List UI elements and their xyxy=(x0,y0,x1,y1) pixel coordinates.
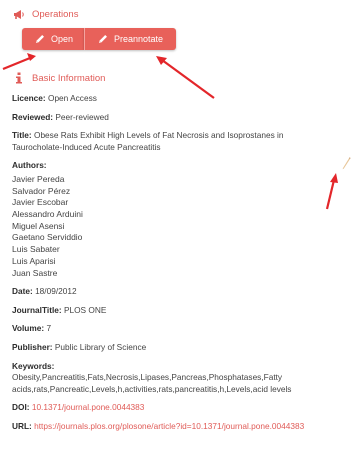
volume-field: Volume: 7 xyxy=(12,323,347,335)
megaphone-icon xyxy=(12,9,26,20)
basic-information-header: Basic Information xyxy=(12,72,105,84)
journal-field: JournalTitle: PLOS ONE xyxy=(12,305,347,317)
authors-field: Authors: Javier Pereda Salvador Pérez Ja… xyxy=(12,160,347,279)
author-item: Gaetano Serviddio xyxy=(12,232,83,243)
edit-pencil-icon[interactable] xyxy=(341,156,351,170)
licence-value: Open Access xyxy=(47,93,97,103)
publisher-value: Public Library of Science xyxy=(54,342,147,353)
journal-label: JournalTitle: xyxy=(12,304,62,315)
author-item: Luis Aparisi xyxy=(12,255,56,266)
basic-information-panel: Licence: Open Access Reviewed: Peer-revi… xyxy=(12,93,347,440)
author-item: Javier Pereda xyxy=(12,173,65,184)
author-item: Miguel Asensi xyxy=(12,220,65,231)
volume-label: Volume: xyxy=(12,323,45,334)
author-item: Luis Sabater xyxy=(12,244,60,255)
journal-value: PLOS ONE xyxy=(63,304,107,315)
operations-button-group: Open Preannotate xyxy=(22,28,176,50)
keywords-label: Keywords: xyxy=(12,360,55,371)
doi-field: DOI: 10.1371/journal.pone.0044383 xyxy=(12,402,347,414)
preannotate-button-label: Preannotate xyxy=(114,34,164,44)
pencil-icon xyxy=(97,33,109,45)
reviewed-value: Peer-reviewed xyxy=(55,111,109,122)
open-button-label: Open xyxy=(51,34,74,44)
doi-label: DOI: xyxy=(12,402,30,413)
operations-header: Operations xyxy=(12,9,78,20)
licence-field: Licence: Open Access xyxy=(12,93,347,105)
keywords-field: Keywords: Obesity,Pancreatitis,Fats,Necr… xyxy=(12,361,347,396)
reviewed-label: Reviewed: xyxy=(12,111,54,122)
preannotate-button[interactable]: Preannotate xyxy=(84,28,176,50)
arrow-to-preannotate-button xyxy=(156,56,215,99)
doi-link[interactable]: 10.1371/journal.pone.0044383 xyxy=(32,402,145,412)
info-icon xyxy=(12,72,26,84)
date-label: Date: xyxy=(12,286,33,297)
licence-label: Licence: xyxy=(12,93,46,103)
keywords-value: Obesity,Pancreatitis,Fats,Necrosis,Lipas… xyxy=(12,372,292,394)
title-value: Obese Rats Exhibit High Levels of Fat Ne… xyxy=(12,130,284,152)
publisher-field: Publisher: Public Library of Science xyxy=(12,342,347,354)
author-item: Javier Escobar xyxy=(12,197,69,208)
date-field: Date: 18/09/2012 xyxy=(12,286,347,298)
title-label: Title: xyxy=(12,130,32,141)
author-item: Alessandro Arduini xyxy=(12,209,83,220)
authors-list: Javier Pereda Salvador Pérez Javier Esco… xyxy=(12,174,347,279)
url-link[interactable]: https://journals.plos.org/plosone/articl… xyxy=(34,421,304,431)
title-field: Title: Obese Rats Exhibit High Levels of… xyxy=(12,130,347,153)
pencil-icon xyxy=(34,33,46,45)
arrow-to-open-button xyxy=(2,53,36,71)
url-field: URL: https://journals.plos.org/plosone/a… xyxy=(12,421,347,433)
publisher-label: Publisher: xyxy=(12,342,53,353)
open-button[interactable]: Open xyxy=(22,28,84,50)
date-value: 18/09/2012 xyxy=(35,286,77,297)
basic-information-title: Basic Information xyxy=(32,72,106,84)
volume-value: 7 xyxy=(46,323,52,334)
reviewed-field: Reviewed: Peer-reviewed xyxy=(12,112,347,124)
authors-label: Authors: xyxy=(12,160,47,171)
author-item: Salvador Pérez xyxy=(12,185,71,196)
author-item: Juan Sastre xyxy=(12,267,58,278)
url-label: URL: xyxy=(12,421,32,432)
operations-title: Operations xyxy=(32,9,79,20)
